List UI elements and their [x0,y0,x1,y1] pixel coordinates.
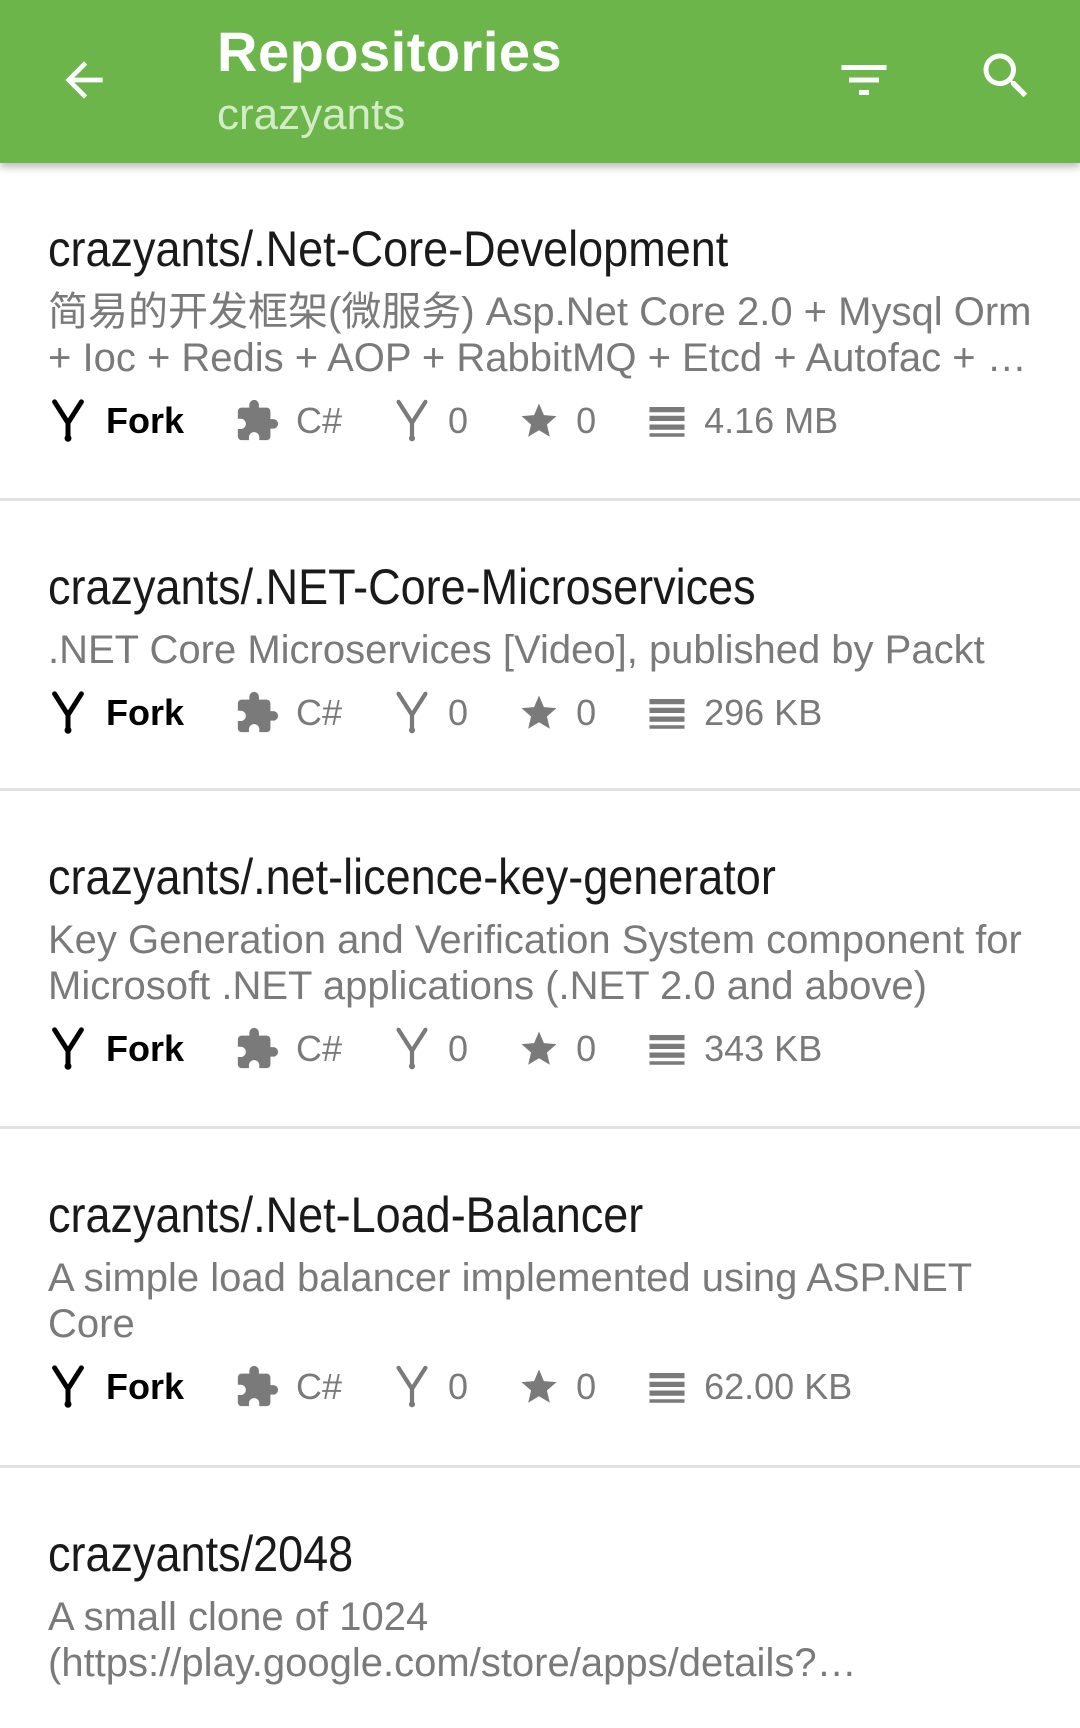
repository-item[interactable]: crazyants/.net-licence-key-generator Key… [0,791,1080,1129]
fork-indicator: Fork [48,1364,184,1410]
repository-description: A small clone of 1024 (https://play.goog… [48,1595,817,1685]
fork-icon [52,1365,84,1408]
forks-count: 0 [392,1026,468,1072]
fork-label: Fork [106,400,185,441]
fork-count-icon [396,1027,428,1070]
search-button[interactable] [970,40,1042,112]
stars-count: 0 [518,1366,596,1408]
forks-value: 0 [448,400,469,441]
language-label: C# [296,1028,343,1069]
fork-indicator: Fork [48,690,184,736]
repository-item[interactable]: crazyants/2048 A small clone of 1024 (ht… [0,1468,1080,1728]
page-title: Repositories [217,20,563,83]
search-icon [983,53,1028,98]
app-bar-titles: Repositories crazyants [217,16,562,140]
repository-name: crazyants/.Net-Load-Balancer [48,1187,644,1243]
forks-value: 0 [448,692,469,733]
back-button[interactable] [48,44,120,116]
repository-description: .NET Core Microservices [Video], publish… [48,628,985,672]
size-indicator: 343 KB [646,1028,822,1070]
filter-button[interactable] [828,44,900,116]
star-icon [521,1369,557,1403]
puzzle-icon [237,399,279,441]
size-indicator: 62.00 KB [646,1366,852,1408]
repository-description: Key Generation and Verification System c… [48,918,1022,1008]
filter-icon [841,65,887,95]
fork-icon [52,691,84,734]
star-icon [521,695,557,729]
stars-value: 0 [576,400,597,441]
repository-description: 简易的开发框架(微服务) Asp.Net Core 2.0 + Mysql Or… [48,290,1032,380]
repository-item[interactable]: crazyants/.Net-Core-Development 简易的开发框架(… [0,163,1080,501]
language-indicator: C# [234,1026,342,1072]
page-subtitle: crazyants [217,90,406,139]
language-indicator: C# [234,690,342,736]
fork-icon [52,1027,84,1070]
size-value: 4.16 MB [704,400,839,441]
stars-value: 0 [576,1366,597,1407]
storage-icon [649,1373,685,1403]
fork-count-icon [396,691,428,734]
puzzle-icon [237,691,279,733]
repository-meta: Fork C# 0 0 [48,1357,1032,1417]
stars-value: 0 [576,692,597,733]
stars-value: 0 [576,1028,597,1069]
language-label: C# [296,400,343,441]
fork-icon [52,399,84,442]
forks-count: 0 [392,690,468,736]
size-indicator: 4.16 MB [646,400,838,442]
repository-name: crazyants/.net-licence-key-generator [48,849,776,905]
repository-name: crazyants/.Net-Core-Development [48,221,729,277]
repository-item[interactable]: crazyants/.Net-Load-Balancer A simple lo… [0,1129,1080,1468]
repository-description: A simple load balancer implemented using… [48,1256,972,1346]
stars-count: 0 [518,400,596,442]
language-label: C# [296,692,343,733]
fork-indicator: Fork [48,1026,184,1072]
stars-count: 0 [518,1028,596,1070]
puzzle-icon [237,1365,279,1407]
repository-item[interactable]: crazyants/.NET-Core-Microservices .NET C… [0,501,1080,791]
forks-count: 0 [392,398,468,444]
star-icon [521,403,557,437]
star-icon [521,1031,557,1065]
app-bar: Repositories crazyants [0,0,1080,163]
storage-icon [649,699,685,729]
repository-meta: Fork C# 0 0 [48,683,1032,743]
language-label: C# [296,1366,343,1407]
repository-meta: Fork C# 0 0 [48,391,1032,451]
fork-count-icon [396,1365,428,1408]
fork-label: Fork [106,692,185,733]
fork-count-icon [396,399,428,442]
storage-icon [649,1035,685,1065]
size-value: 62.00 KB [704,1366,853,1407]
puzzle-icon [237,1027,279,1069]
size-value: 343 KB [704,1028,823,1069]
arrow-back-icon [65,61,103,99]
language-indicator: C# [234,398,342,444]
fork-label: Fork [106,1366,185,1407]
fork-indicator: Fork [48,398,184,444]
repository-meta: Fork C# 0 0 [48,1019,1032,1079]
repository-list: crazyants/.Net-Core-Development 简易的开发框架(… [0,163,1080,1728]
forks-value: 0 [448,1028,469,1069]
fork-label: Fork [106,1028,185,1069]
repository-name: crazyants/2048 [48,1526,354,1582]
forks-value: 0 [448,1366,469,1407]
storage-icon [649,407,685,437]
forks-count: 0 [392,1364,468,1410]
size-indicator: 296 KB [646,692,822,734]
size-value: 296 KB [704,692,823,733]
stars-count: 0 [518,692,596,734]
language-indicator: C# [234,1364,342,1410]
repository-name: crazyants/.NET-Core-Microservices [48,559,756,615]
